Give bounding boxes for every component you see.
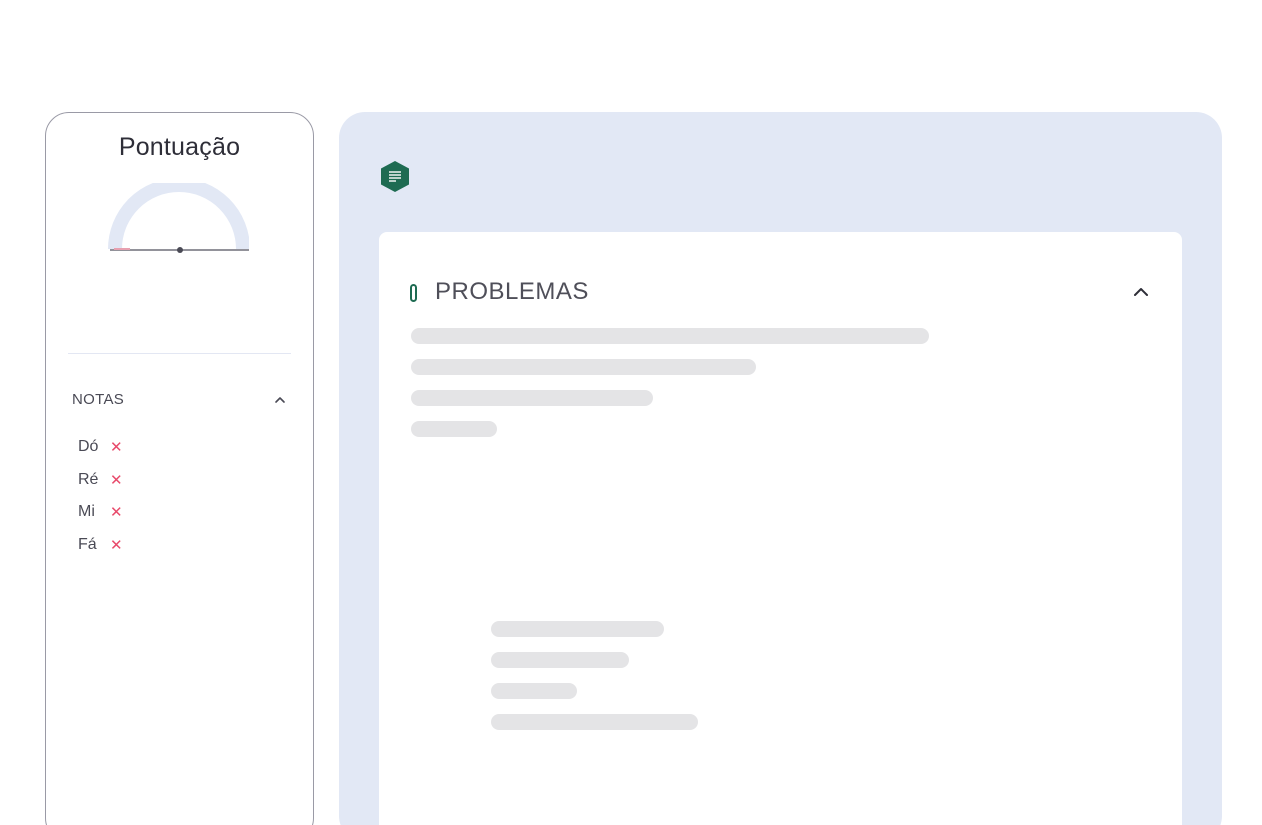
note-label: Fá	[78, 535, 97, 553]
remove-icon[interactable]: ✕	[110, 471, 123, 489]
note-item: Ré ✕	[78, 464, 123, 497]
main-panel: PROBLEMAS	[339, 112, 1222, 825]
chevron-up-icon	[1134, 288, 1148, 296]
notes-title: NOTAS	[72, 391, 125, 408]
problems-card: PROBLEMAS	[379, 232, 1182, 825]
remove-icon[interactable]: ✕	[110, 438, 123, 456]
note-label: Mi	[78, 503, 95, 521]
note-item: Dó ✕	[78, 431, 123, 464]
note-label: Ré	[78, 470, 99, 488]
gauge-needle-pivot	[177, 247, 183, 253]
score-title: Pontuação	[118, 133, 241, 161]
remove-icon[interactable]: ✕	[110, 536, 123, 554]
note-label: Dó	[78, 438, 99, 456]
chevron-up-icon	[275, 396, 285, 403]
score-gauge	[108, 183, 249, 253]
skeleton-line	[411, 328, 929, 344]
note-item: Mi ✕	[78, 496, 123, 529]
skeleton-line	[411, 359, 756, 375]
problem-count-badge	[410, 284, 417, 302]
remove-icon[interactable]: ✕	[110, 503, 123, 521]
skeleton-line	[491, 714, 698, 730]
skeleton-line	[491, 621, 664, 637]
score-panel: Pontuação NOTAS Dó ✕ Ré ✕ Mi ✕ Fá ✕	[45, 112, 314, 825]
skeleton-line	[491, 683, 577, 699]
problems-title: PROBLEMAS	[435, 278, 589, 305]
app-page: Pontuação NOTAS Dó ✕ Ré ✕ Mi ✕ Fá ✕ PROB…	[0, 0, 1262, 825]
problems-section-toggle[interactable]: PROBLEMAS	[410, 277, 1151, 307]
skeleton-line	[411, 421, 497, 437]
skeleton-line	[491, 652, 629, 668]
notes-list: Dó ✕ Ré ✕ Mi ✕ Fá ✕	[78, 431, 123, 561]
skeleton-line	[411, 390, 653, 406]
document-lines-icon[interactable]	[380, 160, 410, 193]
gauge-track	[108, 183, 249, 250]
divider	[68, 353, 291, 354]
notes-section-toggle[interactable]: NOTAS	[72, 391, 287, 408]
note-item: Fá ✕	[78, 529, 123, 562]
